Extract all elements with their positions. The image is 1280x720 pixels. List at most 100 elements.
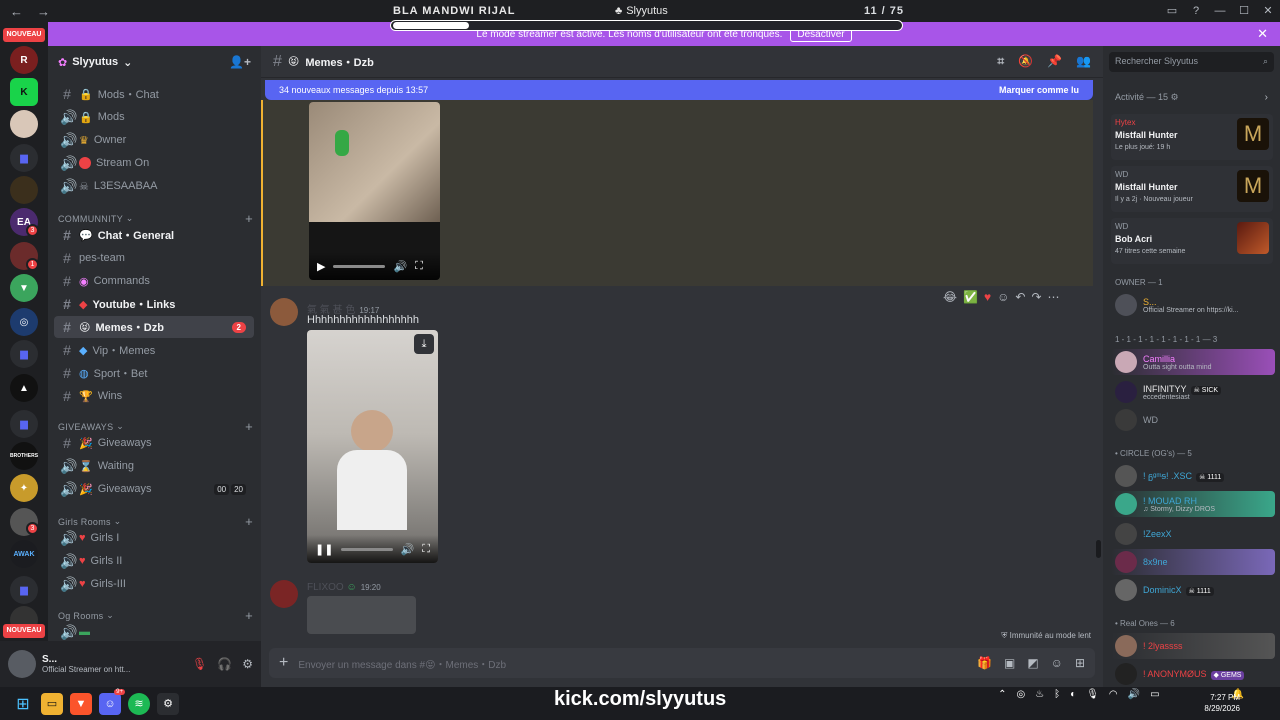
laughing-reaction-icon[interactable]: 😂 bbox=[943, 290, 957, 304]
sticker-icon[interactable]: ◩ bbox=[1027, 656, 1038, 670]
emoji-icon[interactable]: ☺ bbox=[1051, 656, 1063, 670]
channel-stream-on[interactable]: 🔊 Stream On bbox=[54, 152, 254, 174]
notifications-muted-icon[interactable]: 🔕 bbox=[1018, 54, 1033, 69]
file-explorer-icon[interactable]: ▭ bbox=[41, 692, 63, 715]
channel-og-room[interactable]: 🔊 ▬ bbox=[54, 621, 254, 643]
member-item[interactable]: 8x9ne bbox=[1111, 549, 1275, 575]
channel-waiting[interactable]: 🔊 ⌛ Waiting bbox=[54, 455, 254, 477]
discord-icon[interactable]: ☺ 9+ bbox=[99, 688, 125, 715]
member-item[interactable]: ! MOUAD RH ♫ Stormy, Dizzy DROS bbox=[1111, 491, 1275, 517]
apps-icon[interactable]: ⊞ bbox=[1075, 656, 1085, 670]
new-messages-bar[interactable]: 34 nouveaux messages depuis 13:57 Marque… bbox=[265, 80, 1093, 100]
brave-icon[interactable]: ▼ bbox=[70, 692, 92, 715]
channel-youtube-links[interactable]: # ◆ Youtube・Links bbox=[54, 293, 254, 315]
channel-giveaways-text[interactable]: # 🎉 Giveaways bbox=[54, 432, 254, 454]
minimize-icon[interactable]: — bbox=[1208, 0, 1232, 22]
member-item[interactable]: ! ANONYMØUS ◆ GEMS bbox=[1111, 661, 1275, 687]
pin-icon[interactable]: 📌 bbox=[1047, 54, 1062, 69]
folder-icon[interactable]: ▆ bbox=[10, 576, 38, 604]
chevron-right-icon[interactable]: › bbox=[1265, 92, 1268, 103]
tray-app-icon[interactable]: ◐ bbox=[1070, 689, 1076, 700]
spotify-icon[interactable]: ≋ bbox=[128, 692, 150, 715]
clock[interactable]: 7:27 PM 8/29/2026 bbox=[1204, 692, 1240, 714]
member-item[interactable]: WD bbox=[1111, 407, 1275, 433]
search-input[interactable]: Rechercher Slyyutus ⌕ bbox=[1109, 52, 1274, 72]
close-icon[interactable]: ✕ bbox=[1257, 26, 1268, 42]
channel-girls-3[interactable]: 🔊 ♥ Girls-III bbox=[54, 573, 254, 595]
gif-icon[interactable]: ▣ bbox=[1004, 656, 1015, 670]
wifi-icon[interactable]: ◠ bbox=[1109, 689, 1118, 700]
activity-card[interactable]: WD Mistfall Hunter Il y a 2j · Nouveau j… bbox=[1111, 166, 1273, 212]
server-icon[interactable] bbox=[10, 176, 38, 204]
pause-icon[interactable]: ❚❚ bbox=[315, 543, 333, 556]
check-reaction-icon[interactable]: ✅ bbox=[963, 290, 978, 304]
server-icon[interactable]: R bbox=[10, 46, 38, 74]
folder-icon[interactable]: ▆ bbox=[10, 410, 38, 438]
member-item[interactable]: ! ᵷᶢᵐᵴ! .XSC ☠ 1111 bbox=[1111, 463, 1275, 489]
channel-memes-dzb[interactable]: # 😝 Memes・Dzb 2 bbox=[54, 316, 254, 338]
seek-bar[interactable] bbox=[341, 547, 393, 551]
server-icon[interactable]: ▼ bbox=[10, 274, 38, 302]
headphones-icon[interactable]: 🎧 bbox=[217, 657, 232, 671]
server-icon[interactable] bbox=[10, 110, 38, 138]
tray-app-icon[interactable]: ♨ bbox=[1035, 689, 1044, 700]
channel-sport-bet[interactable]: # ◍ Sport・Bet bbox=[54, 362, 254, 384]
channel-girls-2[interactable]: 🔊 ♥ Girls II bbox=[54, 550, 254, 572]
fullscreen-icon[interactable]: ⛶ bbox=[422, 543, 430, 556]
server-icon[interactable]: ◎ bbox=[10, 308, 38, 336]
member-item[interactable]: Camillia Outta sight outta mind bbox=[1111, 349, 1275, 375]
channel-chat-general[interactable]: # 💬 Chat・General bbox=[54, 224, 254, 246]
inbox-icon[interactable]: ▭ bbox=[1160, 0, 1184, 22]
mark-as-read[interactable]: Marquer comme lu bbox=[999, 85, 1079, 95]
mic-icon[interactable]: 🎙 bbox=[1086, 689, 1099, 700]
message-composer[interactable]: + Envoyer un message dans #😝・Memes・Dzb 🎁… bbox=[269, 648, 1095, 678]
channel-girls-1[interactable]: 🔊 ♥ Girls I bbox=[54, 527, 254, 549]
folder-icon[interactable]: ▆ bbox=[10, 340, 38, 368]
channel-vip-memes[interactable]: # ◆ Vip・Memes bbox=[54, 339, 254, 361]
help-icon[interactable]: ? bbox=[1184, 0, 1208, 22]
server-icon[interactable]: ▲ bbox=[10, 374, 38, 402]
maximize-icon[interactable]: ☐ bbox=[1232, 0, 1256, 22]
channel-mods[interactable]: 🔊 🔒 Mods bbox=[54, 106, 254, 128]
threads-icon[interactable]: ⌗ bbox=[997, 54, 1004, 69]
server-icon[interactable]: AWAK bbox=[10, 540, 38, 568]
gear-icon[interactable]: ⚙ bbox=[242, 657, 253, 671]
tray-app-icon[interactable]: ◎ bbox=[1016, 689, 1025, 700]
fullscreen-icon[interactable]: ⛶ bbox=[415, 260, 423, 273]
avatar[interactable] bbox=[270, 298, 298, 326]
activity-card[interactable]: WD Bob Acri 47 titres cette semaine bbox=[1111, 218, 1273, 264]
gear-icon[interactable]: ⚙ bbox=[1171, 92, 1179, 102]
channel-giveaways-voice[interactable]: 🔊 🎉 Giveaways 00 20 bbox=[54, 478, 254, 500]
close-window-icon[interactable]: ✕ bbox=[1256, 0, 1280, 22]
forward-icon[interactable]: ↷ bbox=[1031, 290, 1041, 304]
volume-icon[interactable]: 🔊 bbox=[393, 260, 407, 273]
scrollbar[interactable] bbox=[1096, 540, 1101, 558]
message-input[interactable]: Envoyer un message dans #😝・Memes・Dzb bbox=[298, 656, 506, 671]
avatar[interactable] bbox=[270, 580, 298, 608]
windows-start-icon[interactable]: ⊞ bbox=[12, 693, 34, 715]
gift-icon[interactable]: 🎁 bbox=[977, 656, 992, 670]
play-icon[interactable]: ▶ bbox=[317, 260, 325, 273]
member-item[interactable]: !ZeexX bbox=[1111, 521, 1275, 547]
folder-icon[interactable]: ▆ bbox=[10, 144, 38, 172]
user-info[interactable]: S... Official Streamer on htt... bbox=[42, 654, 142, 674]
kick-server-icon[interactable]: K bbox=[10, 78, 38, 106]
battery-icon[interactable]: ▭ bbox=[1150, 689, 1159, 700]
member-item[interactable]: INFINITYY ☠ SICK eccedentesiast bbox=[1111, 379, 1275, 405]
invite-icon[interactable]: 👤+ bbox=[229, 55, 251, 69]
server-header[interactable]: ✿ Slyyutus ⌄ 👤+ bbox=[48, 46, 261, 78]
avatar[interactable] bbox=[8, 650, 36, 678]
volume-icon[interactable]: 🔊 bbox=[401, 543, 415, 556]
mic-muted-icon[interactable]: 🎙 bbox=[192, 657, 207, 671]
video-embed[interactable]: ⤓ ❚❚ 🔊 ⛶ bbox=[307, 330, 438, 563]
heart-reaction-icon[interactable]: ♥ bbox=[984, 290, 991, 304]
channel-pes-team[interactable]: # pes-team bbox=[54, 247, 254, 269]
forward-icon[interactable]: → bbox=[37, 4, 50, 19]
bluetooth-icon[interactable]: ᛒ bbox=[1054, 689, 1060, 700]
channel-wins[interactable]: # 🏆 Wins bbox=[54, 385, 254, 407]
member-item[interactable]: ! 2lyassss bbox=[1111, 633, 1275, 659]
app-icon[interactable]: ⚙ bbox=[157, 692, 179, 715]
channel-l3esaabaa[interactable]: 🔊 ☠ L3ESAABAA bbox=[54, 175, 254, 197]
more-icon[interactable]: ⋯ bbox=[1048, 290, 1060, 304]
image-attachment[interactable] bbox=[307, 596, 416, 634]
